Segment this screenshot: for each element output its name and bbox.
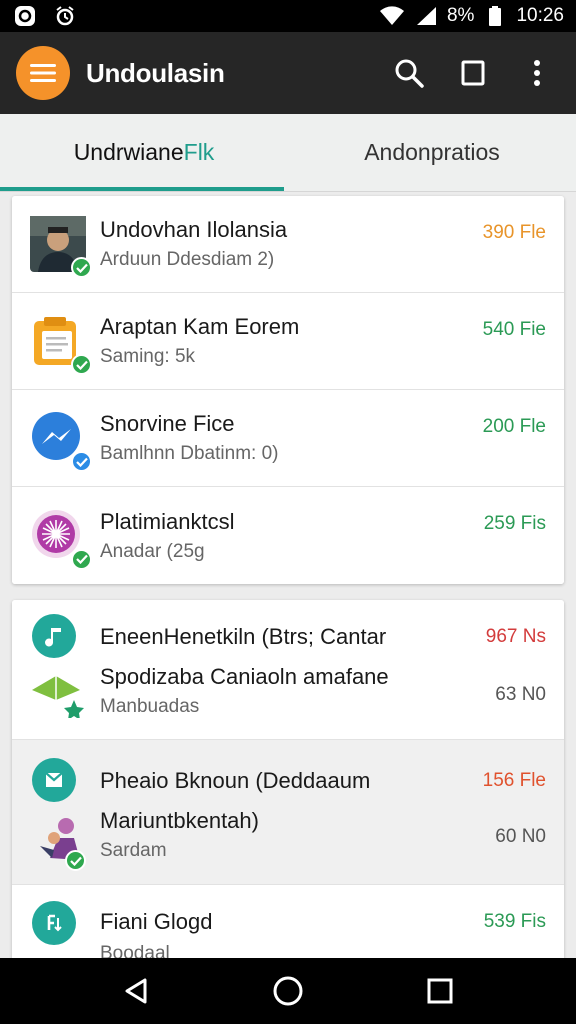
item-subtitle: Bamlhnn Dbatinm: 0)	[100, 443, 279, 464]
music-note-icon	[32, 614, 76, 658]
sparkle-icon	[30, 508, 92, 570]
status-bar: 8% 10:26	[0, 0, 576, 32]
back-triangle-icon	[125, 978, 147, 1004]
verified-check-icon	[71, 354, 92, 375]
item-title-line2: Mariuntbkentah)	[100, 808, 259, 833]
messenger-icon	[30, 410, 92, 472]
battery-percent: 8%	[446, 5, 475, 26]
item-subtitle: Manbuadas	[100, 696, 200, 717]
card-group-2: EneenHenetkiln (Btrs; Cantar Spodizaba C…	[12, 600, 564, 975]
content-list: Undovhan Ilolansia Arduun Ddesdiam 2) 39…	[12, 196, 564, 975]
folder-tag-icon	[32, 758, 76, 802]
recents-square-icon	[427, 978, 453, 1004]
item-size: 390 Fle	[482, 222, 546, 243]
app-title: Undoulasin	[86, 57, 225, 88]
back-button[interactable]	[116, 971, 156, 1011]
card-group-1: Undovhan Ilolansia Arduun Ddesdiam 2) 39…	[12, 196, 564, 584]
item-count: 60 N0	[495, 826, 546, 847]
tab-applications[interactable]: Andonpratios	[288, 114, 576, 191]
wifi-icon	[379, 5, 405, 27]
list-item[interactable]: Snorvine Fice Bamlhnn Dbatinm: 0) 200 Fl…	[12, 390, 564, 487]
list-item[interactable]: Pheaio Bknoun (Deddaaum Mariuntbkentah) …	[12, 740, 564, 885]
square-icon	[461, 60, 485, 86]
item-size: 539 Fis	[483, 911, 546, 932]
verified-check-icon	[71, 451, 92, 472]
verified-check-icon	[71, 257, 92, 278]
item-title: Fiani Glogd	[100, 909, 213, 934]
item-title: Pheaio Bknoun (Deddaaum	[100, 768, 371, 793]
home-button[interactable]	[268, 971, 308, 1011]
tab-files[interactable]: Undrwiane Flk	[0, 114, 288, 191]
clipboard-icon	[30, 313, 92, 375]
more-vert-icon	[534, 60, 540, 86]
home-circle-icon	[273, 976, 303, 1006]
tab-applications-label: Andonpratios	[364, 139, 500, 165]
recents-button[interactable]	[420, 971, 460, 1011]
item-size: 540 Fie	[482, 319, 546, 340]
overflow-menu-button[interactable]	[520, 56, 554, 90]
kite-star-icon	[30, 670, 86, 723]
verified-check-icon	[71, 548, 92, 570]
menu-button[interactable]	[16, 46, 70, 100]
search-icon	[395, 59, 424, 88]
tab-files-label-accent: Flk	[183, 139, 215, 165]
hamburger-menu-icon	[30, 64, 56, 82]
signal-icon	[413, 5, 439, 27]
list-item[interactable]: Araptan Kam Eorem Saming: 5k 540 Fie	[12, 293, 564, 390]
app-bar: Undoulasin	[0, 32, 576, 114]
battery-icon	[482, 5, 508, 27]
item-subtitle: Arduun Ddesdiam 2)	[100, 249, 275, 270]
user-photo-icon	[30, 216, 92, 278]
select-button[interactable]	[456, 56, 490, 90]
item-size: 967 Ns	[485, 626, 546, 647]
navigation-bar	[0, 958, 576, 1024]
people-icon	[36, 816, 88, 871]
tab-bar: Undrwiane Flk Andonpratios	[0, 114, 576, 192]
item-title-line2: Spodizaba Caniaoln amafane	[100, 664, 389, 689]
verified-check-icon	[65, 850, 86, 871]
download-text-icon	[32, 901, 76, 945]
item-size: 156 Fle	[482, 770, 546, 791]
item-subtitle: Saming: 5k	[100, 346, 196, 367]
clock: 10:26	[516, 5, 564, 26]
list-item[interactable]: EneenHenetkiln (Btrs; Cantar Spodizaba C…	[12, 600, 564, 740]
list-item[interactable]: Platimianktcsl Anadar (25g 259 Fis	[12, 487, 564, 584]
item-size: 200 Fle	[482, 416, 546, 437]
item-title: EneenHenetkiln (Btrs; Cantar	[100, 624, 387, 649]
alarm-icon	[52, 5, 78, 27]
list-item[interactable]: Undovhan Ilolansia Arduun Ddesdiam 2) 39…	[12, 196, 564, 293]
search-button[interactable]	[392, 56, 426, 90]
item-size: 259 Fis	[483, 513, 546, 534]
notification-app-icon	[12, 5, 38, 27]
tab-files-label: Undrwiane	[73, 139, 184, 165]
item-count: 63 N0	[495, 684, 546, 705]
item-subtitle: Sardam	[100, 840, 167, 861]
item-subtitle: Anadar (25g	[100, 540, 205, 562]
